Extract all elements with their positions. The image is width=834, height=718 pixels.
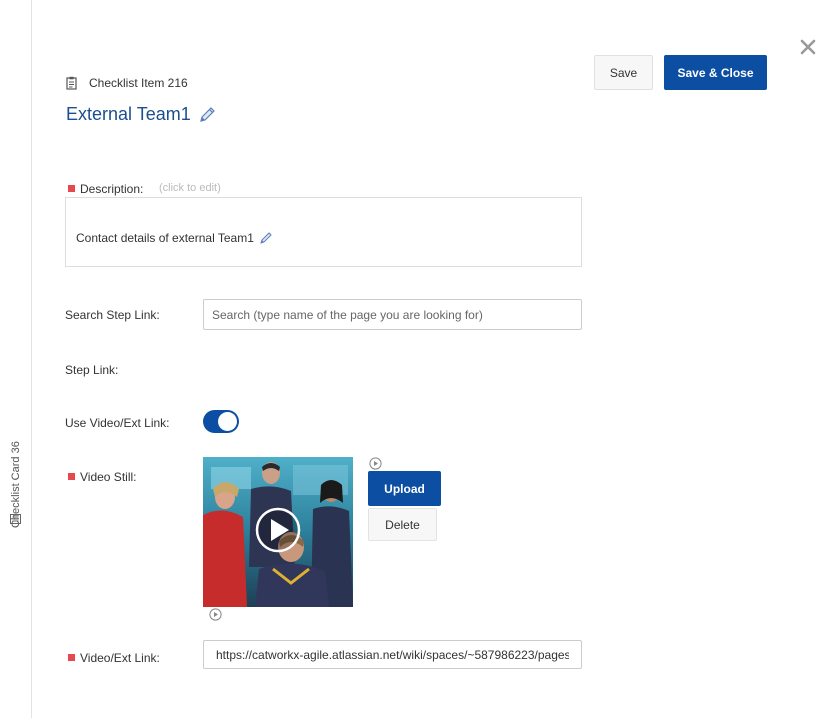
video-still-picture	[203, 457, 353, 607]
play-icon[interactable]	[209, 608, 222, 621]
save-button[interactable]: Save	[594, 55, 653, 90]
required-marker	[68, 473, 75, 480]
pencil-icon[interactable]	[197, 105, 217, 125]
video-ext-link-input[interactable]	[203, 640, 582, 669]
toggle-knob	[218, 412, 237, 431]
clipboard-icon	[66, 76, 77, 90]
video-ext-link-label-text: Video/Ext Link:	[80, 651, 160, 665]
description-content: Contact details of external Team1	[76, 231, 273, 245]
step-link-label: Step Link:	[65, 363, 119, 377]
required-marker	[68, 185, 75, 192]
title-row: External Team1	[66, 104, 217, 125]
video-ext-link-label: Video/Ext Link:	[68, 651, 160, 665]
description-box[interactable]: Contact details of external Team1	[65, 197, 582, 267]
required-marker	[68, 654, 75, 661]
close-icon[interactable]	[799, 38, 817, 56]
save-close-button[interactable]: Save & Close	[664, 55, 767, 90]
delete-button[interactable]: Delete	[368, 508, 437, 541]
video-still-image[interactable]	[203, 457, 353, 607]
description-label: Description:	[68, 182, 143, 196]
side-rail: Checklist Card 36	[0, 0, 32, 718]
item-label: Checklist Item 216	[89, 76, 188, 90]
card-icon	[10, 514, 21, 524]
side-rail-tab[interactable]: Checklist Card 36	[7, 410, 25, 530]
description-hint[interactable]: (click to edit)	[159, 182, 221, 194]
use-video-label: Use Video/Ext Link:	[65, 416, 170, 430]
play-icon[interactable]	[369, 457, 382, 470]
page-title: External Team1	[66, 104, 191, 124]
item-header: Checklist Item 216	[66, 76, 188, 90]
search-step-link-input[interactable]	[203, 299, 582, 330]
description-text: Contact details of external Team1	[76, 231, 254, 245]
description-label-text: Description:	[80, 182, 144, 196]
upload-button[interactable]: Upload	[368, 471, 441, 506]
use-video-toggle[interactable]	[203, 410, 239, 433]
video-still-label: Video Still:	[68, 470, 136, 484]
search-step-link-label: Search Step Link:	[65, 308, 160, 322]
pencil-icon[interactable]	[259, 231, 273, 245]
video-still-label-text: Video Still:	[80, 470, 137, 484]
